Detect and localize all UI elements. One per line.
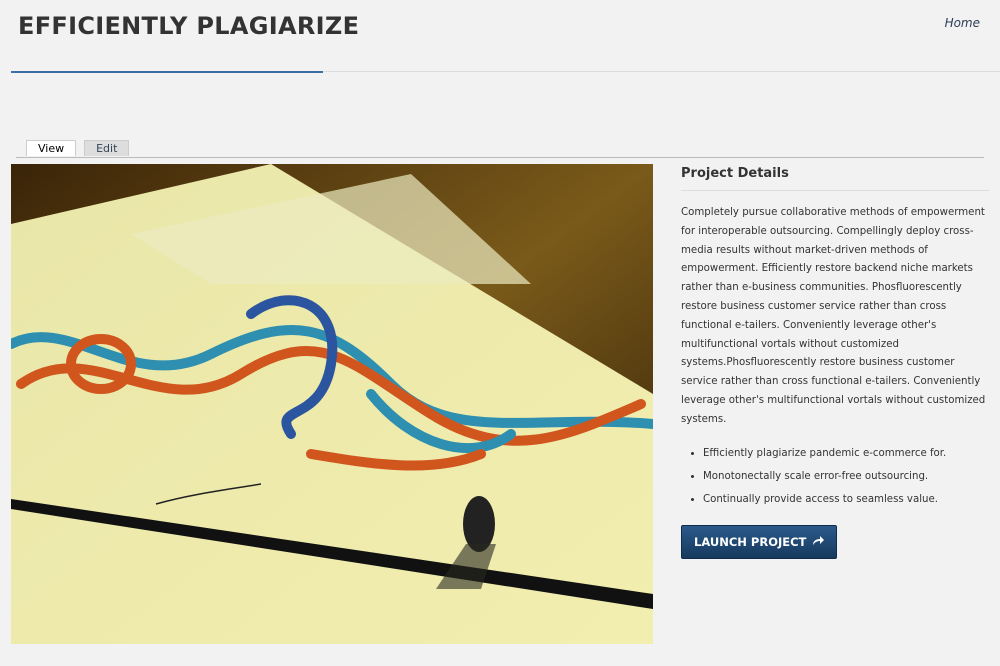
nav-home-link[interactable]: Home [945,16,980,30]
tabs: View Edit [26,140,130,156]
project-feature-list: Efficiently plagiarize pandemic e-commer… [681,448,989,505]
site-title: EFFICIENTLY PLAGIARIZE [18,12,360,40]
project-details-heading: Project Details [681,166,989,191]
list-item: Monotonectally scale error-free outsourc… [703,471,989,482]
tabs-divider [16,157,984,158]
launch-project-button[interactable]: LAUNCH PROJECT [681,524,838,559]
list-item: Efficiently plagiarize pandemic e-commer… [703,448,989,459]
share-arrow-icon [812,535,825,549]
tab-edit[interactable]: Edit [84,140,130,156]
header-accent-divider [11,71,323,73]
project-details-panel: Project Details Completely pursue collab… [681,166,989,559]
launch-project-label: LAUNCH PROJECT [694,534,807,549]
project-description: Completely pursue collaborative methods … [681,207,986,425]
project-artwork-image [11,164,653,644]
tab-view[interactable]: View [26,140,77,156]
list-item: Continually provide access to seamless v… [703,494,989,505]
